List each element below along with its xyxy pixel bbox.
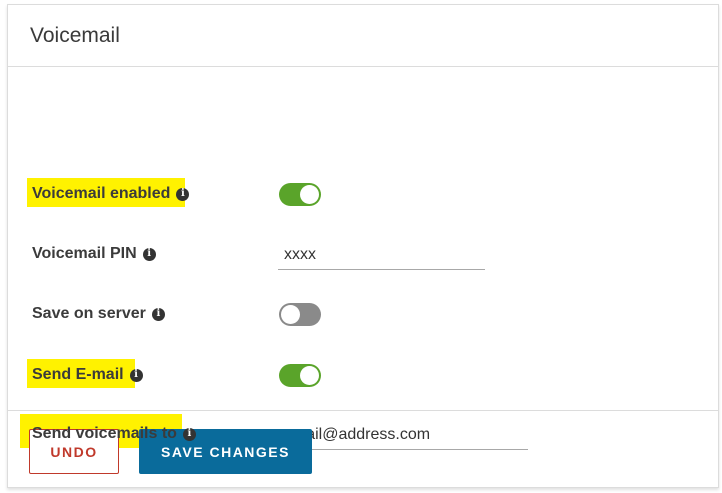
card-footer: UNDO SAVE CHANGES — [8, 411, 718, 487]
send-email-label-row: Send E-mail i — [27, 359, 143, 389]
settings-form: Voicemail enabled i Voicemail PIN i Save… — [8, 67, 718, 450]
info-icon[interactable]: i — [176, 187, 190, 201]
voicemail-enabled-toggle[interactable] — [279, 183, 321, 206]
send-email-toggle[interactable] — [279, 364, 321, 387]
voicemail-pin-label: Voicemail PIN — [32, 245, 137, 262]
info-icon[interactable]: i — [129, 368, 143, 382]
save-on-server-toggle[interactable] — [279, 303, 321, 326]
voicemail-pin-label-row: Voicemail PIN i — [32, 240, 156, 268]
toggle-knob — [281, 305, 300, 324]
voicemail-enabled-label-row: Voicemail enabled i — [27, 178, 190, 208]
info-icon[interactable]: i — [142, 247, 156, 261]
card-title: Voicemail — [30, 23, 120, 47]
voicemail-enabled-label: Voicemail enabled — [32, 185, 171, 202]
info-icon[interactable]: i — [182, 427, 196, 441]
toggle-knob — [300, 185, 319, 204]
send-email-label: Send E-mail — [32, 366, 124, 383]
save-on-server-label-row: Save on server i — [32, 300, 165, 328]
voicemail-pin-input[interactable] — [278, 240, 485, 270]
send-voicemails-to-label: Send voicemails to — [32, 425, 177, 442]
save-on-server-label: Save on server — [32, 305, 146, 322]
toggle-knob — [300, 366, 319, 385]
card-header: Voicemail — [8, 5, 718, 67]
info-icon[interactable]: i — [151, 307, 165, 321]
voicemail-card: Voicemail Voicemail enabled i Voicemail … — [7, 4, 719, 488]
